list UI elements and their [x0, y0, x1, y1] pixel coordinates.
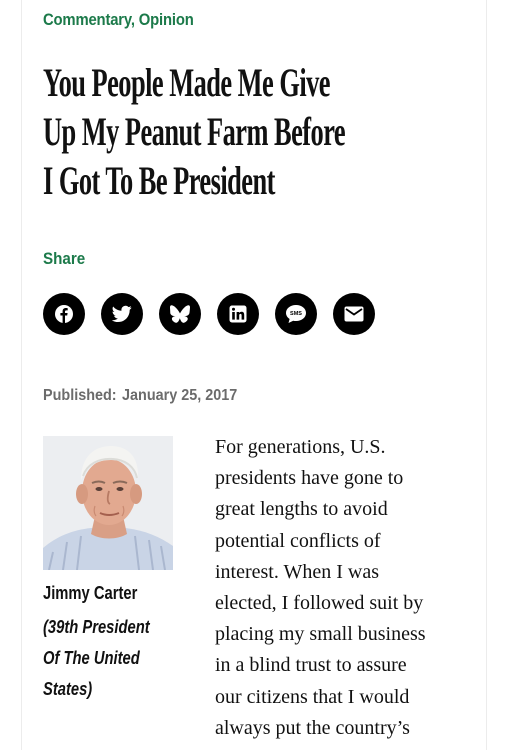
published-date: January 25, 2017: [122, 387, 238, 404]
bluesky-icon: [170, 305, 190, 323]
published-line: Published: January 25, 2017: [43, 387, 237, 405]
author-title: (39th President Of The United States): [43, 612, 182, 705]
body-line: in a blind trust to assure: [215, 654, 407, 677]
sms-share-button[interactable]: SMS: [275, 293, 317, 335]
author-photo: [43, 436, 173, 570]
share-label: Share: [43, 250, 86, 268]
body-line: great lengths to avoid: [215, 498, 388, 521]
article-headline: You People Made Me Give Up My Peanut Far…: [43, 58, 465, 205]
headline-line: You People Made Me Give: [43, 60, 331, 105]
bluesky-share-button[interactable]: [159, 293, 201, 335]
linkedin-icon: [229, 305, 247, 323]
email-share-button[interactable]: [333, 293, 375, 335]
author-title-line: (39th President: [43, 617, 150, 637]
category-link-opinion[interactable]: Opinion: [139, 11, 194, 29]
author-portrait-image: [43, 436, 173, 570]
author-title-line: States): [43, 679, 93, 699]
sms-glyph: SMS: [290, 311, 302, 317]
body-line: elected, I followed suit by: [215, 592, 424, 615]
headline-line: Up My Peanut Farm Before: [43, 109, 346, 154]
headline-line: I Got To Be President: [43, 158, 275, 203]
category-links: Commentary, Opinion: [43, 11, 194, 30]
author-name[interactable]: Jimmy Carter: [43, 583, 137, 604]
author-title-line: Of The United: [43, 648, 140, 668]
linkedin-share-button[interactable]: [217, 293, 259, 335]
body-line: placing my small business: [215, 623, 426, 646]
twitter-share-button[interactable]: [101, 293, 143, 335]
body-line: interest. When I was: [215, 560, 380, 583]
category-link-commentary[interactable]: Commentary: [43, 11, 131, 29]
body-line: For generations, U.S.: [215, 436, 386, 458]
sms-icon: SMS: [286, 305, 306, 323]
twitter-icon: [112, 305, 132, 322]
body-line: potential conflicts of: [215, 529, 381, 552]
body-line: always put the country’s: [215, 716, 410, 739]
body-line: presidents have gone to: [215, 467, 404, 490]
article-body: For generations, U.S. presidents have go…: [215, 432, 495, 744]
body-line: our citizens that I would: [215, 685, 410, 708]
facebook-icon: [55, 305, 73, 323]
published-label: Published:: [43, 387, 117, 404]
email-icon: [344, 306, 364, 322]
facebook-share-button[interactable]: [43, 293, 85, 335]
share-buttons: SMS: [43, 293, 375, 335]
